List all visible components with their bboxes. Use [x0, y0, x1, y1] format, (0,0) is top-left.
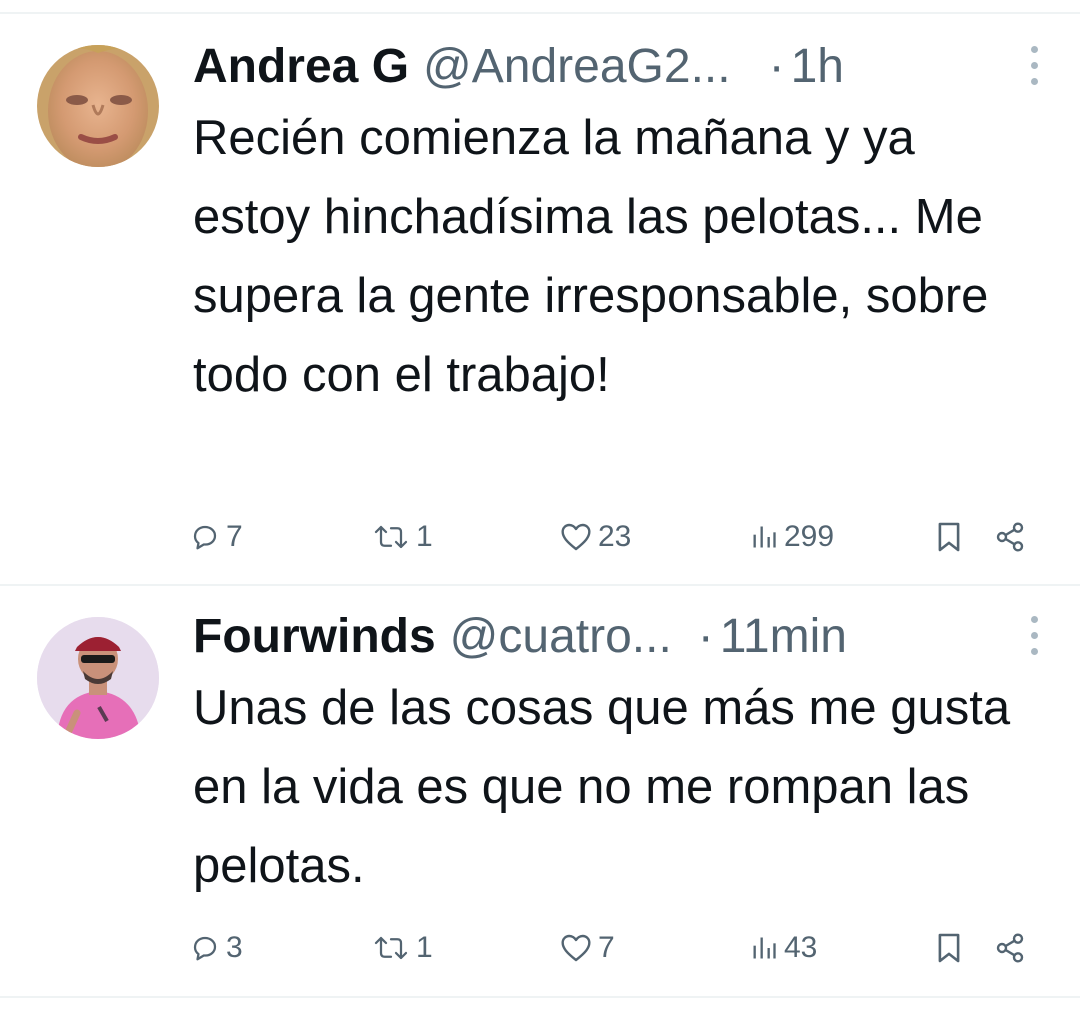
reply-button[interactable]: 3 — [190, 926, 243, 970]
share-icon — [996, 522, 1024, 552]
share-button[interactable] — [994, 515, 1026, 559]
separator-dot: · — [768, 39, 785, 93]
view-count: 43 — [784, 931, 818, 964]
heart-icon — [561, 934, 591, 962]
tweet-divider — [0, 584, 1080, 586]
reply-button[interactable]: 7 — [190, 515, 243, 559]
retweet-count: 1 — [416, 931, 433, 964]
bookmark-icon — [938, 522, 960, 552]
views-button[interactable]: 299 — [750, 515, 834, 559]
tweet-header: Fourwinds @cuatro... · 11min — [193, 606, 1040, 666]
avatar[interactable] — [37, 617, 159, 739]
bottom-divider — [0, 996, 1080, 998]
tweet-text: Recién comienza la mañana y ya estoy hin… — [193, 111, 989, 402]
user-photo-icon — [37, 617, 159, 739]
user-handle[interactable]: @cuatro... — [450, 609, 672, 664]
tweet-header: Andrea G @AndreaG2... · 1h — [193, 36, 1040, 96]
views-icon — [753, 937, 776, 959]
view-count: 299 — [784, 520, 835, 553]
tweet-text: Unas de las cosas que más me gusta en la… — [193, 681, 1011, 893]
like-button[interactable]: 7 — [560, 926, 615, 970]
timestamp[interactable]: 1h — [791, 39, 844, 94]
views-button[interactable]: 43 — [750, 926, 817, 970]
action-bar: 3 1 7 43 — [0, 926, 1080, 970]
bookmark-button[interactable] — [936, 926, 962, 970]
retweet-button[interactable]: 1 — [372, 926, 433, 970]
display-name[interactable]: Andrea G — [193, 39, 409, 94]
bookmark-icon — [938, 933, 960, 963]
more-icon[interactable] — [1028, 46, 1040, 86]
retweet-count: 1 — [416, 520, 433, 553]
retweet-icon — [374, 936, 408, 960]
avatar[interactable] — [37, 45, 159, 167]
share-button[interactable] — [994, 926, 1026, 970]
bookmark-button[interactable] — [936, 515, 962, 559]
like-button[interactable]: 23 — [560, 515, 631, 559]
share-icon — [996, 933, 1024, 963]
reply-icon — [193, 525, 217, 550]
timestamp[interactable]: 11min — [720, 609, 847, 664]
reply-count: 7 — [226, 520, 243, 553]
retweet-icon — [374, 525, 408, 549]
user-photo-icon — [37, 45, 159, 167]
display-name[interactable]: Fourwinds — [193, 609, 436, 664]
like-count: 7 — [598, 931, 615, 964]
top-divider — [0, 12, 1080, 14]
heart-icon — [561, 523, 591, 551]
separator-dot: · — [697, 609, 714, 663]
views-icon — [753, 526, 776, 548]
retweet-button[interactable]: 1 — [372, 515, 433, 559]
reply-count: 3 — [226, 931, 243, 964]
more-icon[interactable] — [1028, 616, 1040, 656]
user-handle[interactable]: @AndreaG2... — [423, 39, 731, 94]
like-count: 23 — [598, 520, 632, 553]
reply-icon — [193, 936, 217, 961]
action-bar: 7 1 23 299 — [0, 515, 1080, 559]
